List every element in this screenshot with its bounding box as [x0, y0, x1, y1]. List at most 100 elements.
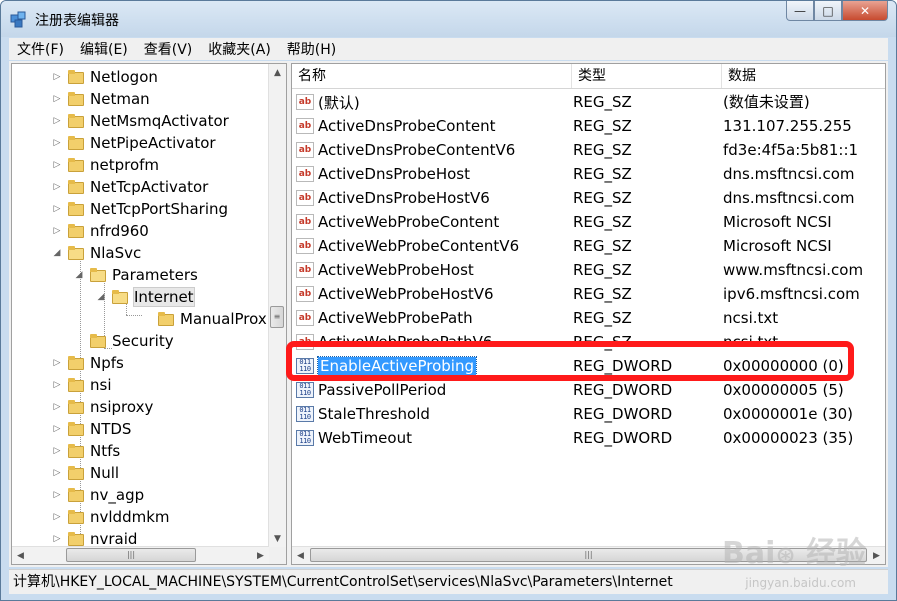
tree-item-nettcpportsharing[interactable]: ▷ NetTcpPortSharing — [52, 198, 229, 220]
expand-arrow-icon[interactable]: ▷ — [52, 72, 62, 82]
expand-arrow-icon[interactable]: ▷ — [52, 402, 62, 412]
expand-arrow-icon[interactable]: ▷ — [52, 512, 62, 522]
value-row[interactable]: ab ActiveWebProbeHost REG_SZ www.msftncsi.c… — [292, 258, 885, 282]
tree-item-nsiproxy[interactable]: ▷ nsiproxy — [52, 396, 154, 418]
value-row[interactable]: ab ActiveWebProbeContentV6 REG_SZ Microsoft… — [292, 234, 885, 258]
collapse-arrow-icon[interactable]: ◢ — [74, 270, 84, 280]
expand-arrow-icon[interactable]: ▷ — [52, 380, 62, 390]
minimize-button[interactable]: — — [786, 1, 814, 21]
value-type: REG_SZ — [573, 237, 632, 255]
value-row[interactable]: ab (默认) REG_SZ (数值未设置) — [292, 90, 885, 114]
tree-item-nlasvc[interactable]: ◢ NlaSvc — [52, 242, 142, 264]
menu-view[interactable]: 查看(V) — [136, 39, 201, 59]
tree-vertical-scrollbar[interactable]: ▲ ≡ ▼ — [268, 64, 286, 547]
value-row[interactable]: ab ActiveDnsProbeContent REG_SZ 131.107.255… — [292, 114, 885, 138]
tree-item-parameters[interactable]: ◢ Parameters — [74, 264, 198, 286]
value-row[interactable]: ab ActiveWebProbePathV6 REG_SZ ncsi.txt — [292, 330, 885, 354]
scroll-left-arrow-icon[interactable]: ◀ — [292, 547, 309, 564]
value-data: 0x0000001e (30) — [723, 405, 854, 423]
tree-item-nettcpactivator[interactable]: ▷ NetTcpActivator — [52, 176, 209, 198]
tree-item-ntds[interactable]: ▷ NTDS — [52, 418, 132, 440]
expand-arrow-icon[interactable]: ▷ — [52, 116, 62, 126]
menu-help[interactable]: 帮助(H) — [279, 39, 344, 59]
regedit-window: 注册表编辑器 — □ ✕ 文件(F) 编辑(E) 查看(V) 收藏夹(A) 帮助… — [0, 0, 897, 601]
scroll-right-arrow-icon[interactable]: ▶ — [252, 547, 269, 564]
scroll-up-arrow-icon[interactable]: ▲ — [269, 64, 286, 81]
expand-arrow-icon[interactable]: ▷ — [52, 94, 62, 104]
value-type: REG_SZ — [573, 333, 632, 351]
folder-icon — [68, 400, 84, 414]
expand-arrow-icon[interactable]: ▷ — [52, 160, 62, 170]
menu-edit[interactable]: 编辑(E) — [72, 39, 136, 59]
scroll-thumb[interactable]: ||| — [310, 548, 867, 562]
expand-arrow-icon[interactable]: ▷ — [52, 468, 62, 478]
list-horizontal-scrollbar[interactable]: ◀ ||| ▶ — [292, 546, 885, 564]
value-name: ActiveDnsProbeContentV6 — [318, 141, 516, 159]
value-row[interactable]: ab ActiveWebProbeHostV6 REG_SZ ipv6.msftncs… — [292, 282, 885, 306]
expand-arrow-icon[interactable]: ▷ — [52, 358, 62, 368]
collapse-arrow-icon[interactable]: ◢ — [96, 292, 106, 302]
expand-arrow-icon[interactable]: ▷ — [52, 490, 62, 500]
tree-item-manualproxies[interactable]: ManualProxies — [158, 308, 268, 330]
key-tree-pane[interactable]: ▷ Netlogon ▷ Netman ▷ NetMsmqActivator ▷ NetPip… — [11, 63, 287, 565]
tree-item-netlogon[interactable]: ▷ Netlogon — [52, 66, 158, 88]
maximize-button[interactable]: □ — [814, 1, 842, 21]
tree-item-nvraid[interactable]: ▷ nvraid — [52, 528, 137, 546]
tree-item-null[interactable]: ▷ Null — [52, 462, 120, 484]
scroll-right-arrow-icon[interactable]: ▶ — [868, 547, 885, 564]
values-list-pane[interactable]: 名称 类型 数据 ab (默认) REG_SZ (数值未设置) ab ActiveDnsP… — [291, 63, 886, 565]
tree-item-nfrd960[interactable]: ▷ nfrd960 — [52, 220, 149, 242]
expand-arrow-icon[interactable]: ▷ — [52, 138, 62, 148]
collapse-arrow-icon[interactable]: ◢ — [52, 248, 62, 258]
menu-favorites[interactable]: 收藏夹(A) — [200, 39, 279, 59]
title-bar[interactable]: 注册表编辑器 — □ ✕ — [1, 1, 896, 37]
tree-item-label: nsiproxy — [90, 398, 154, 416]
close-button[interactable]: ✕ — [842, 1, 888, 21]
tree-item-netprofm[interactable]: ▷ netprofm — [52, 154, 160, 176]
tree-item-internet[interactable]: ◢ Internet — [96, 286, 195, 308]
value-row[interactable]: ab ActiveDnsProbeContentV6 REG_SZ fd3e:4f5a… — [292, 138, 885, 162]
tree-item-netman[interactable]: ▷ Netman — [52, 88, 150, 110]
expand-arrow-icon[interactable]: ▷ — [52, 226, 62, 236]
value-row[interactable]: 011 110 WebTimeout REG_DWORD 0x00000023 (35) — [292, 426, 885, 450]
tree-horizontal-scrollbar[interactable]: ◀ ||| ▶ — [12, 546, 269, 564]
scroll-down-arrow-icon[interactable]: ▼ — [269, 530, 286, 547]
column-header-name[interactable]: 名称 — [292, 64, 572, 88]
value-name: ActiveWebProbePathV6 — [318, 333, 493, 351]
value-row[interactable]: ab ActiveDnsProbeHost REG_SZ dns.msftncsi.c… — [292, 162, 885, 186]
value-name: EnableActiveProbing — [316, 356, 478, 376]
folder-icon — [68, 422, 84, 436]
value-name: ActiveWebProbeContent — [318, 213, 500, 231]
expand-arrow-icon[interactable]: ▷ — [52, 182, 62, 192]
value-row[interactable]: 011 110 StaleThreshold REG_DWORD 0x0000001e … — [292, 402, 885, 426]
expand-arrow-icon[interactable]: ▷ — [52, 534, 62, 544]
expand-arrow-icon[interactable]: ▷ — [52, 204, 62, 214]
scroll-thumb[interactable]: ≡ — [270, 306, 284, 328]
tree-item-ntfs[interactable]: ▷ Ntfs — [52, 440, 121, 462]
folder-icon — [68, 488, 84, 502]
expand-arrow-icon[interactable]: ▷ — [52, 424, 62, 434]
value-type: REG_SZ — [573, 285, 632, 303]
value-row[interactable]: 011 110 PassivePollPeriod REG_DWORD 0x000000… — [292, 378, 885, 402]
expand-arrow-icon[interactable]: ▷ — [52, 446, 62, 456]
menu-file[interactable]: 文件(F) — [9, 39, 72, 59]
value-row[interactable]: 011 110 EnableActiveProbing REG_DWORD 0x0000… — [292, 354, 885, 378]
value-row[interactable]: ab ActiveDnsProbeHostV6 REG_SZ dns.msftncsi… — [292, 186, 885, 210]
tree-item-label: NTDS — [90, 420, 132, 438]
scroll-left-arrow-icon[interactable]: ◀ — [12, 547, 29, 564]
tree-item-security[interactable]: Security — [90, 330, 174, 352]
value-name-cell: ab ActiveDnsProbeContent — [296, 114, 495, 138]
tree-item-netmsmqactivator[interactable]: ▷ NetMsmqActivator — [52, 110, 229, 132]
column-header-type[interactable]: 类型 — [572, 64, 722, 88]
tree-item-npfs[interactable]: ▷ Npfs — [52, 352, 124, 374]
tree-item-nv-agp[interactable]: ▷ nv_agp — [52, 484, 145, 506]
value-row[interactable]: ab ActiveWebProbePath REG_SZ ncsi.txt — [292, 306, 885, 330]
value-row[interactable]: ab ActiveWebProbeContent REG_SZ Microsoft N… — [292, 210, 885, 234]
tree-item-nvlddmkm[interactable]: ▷ nvlddmkm — [52, 506, 170, 528]
string-value-icon: ab — [296, 190, 314, 206]
tree-item-nsi[interactable]: ▷ nsi — [52, 374, 112, 396]
scroll-thumb[interactable]: ||| — [66, 548, 196, 562]
tree-item-netpipeactivator[interactable]: ▷ NetPipeActivator — [52, 132, 216, 154]
tree-item-label: NetMsmqActivator — [90, 112, 229, 130]
column-header-data[interactable]: 数据 — [722, 64, 885, 88]
